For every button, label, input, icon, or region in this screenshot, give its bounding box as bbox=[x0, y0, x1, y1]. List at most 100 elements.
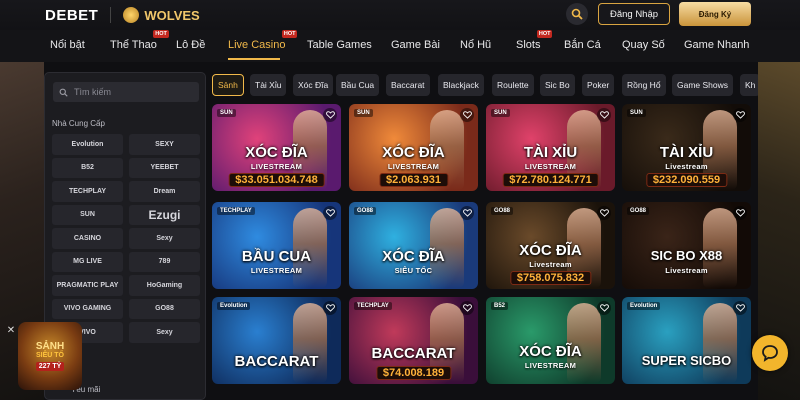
nav-item[interactable]: Game Nhanh bbox=[684, 39, 749, 51]
provider-tag: Evolution bbox=[217, 302, 251, 310]
favorite-heart-icon[interactable] bbox=[460, 301, 474, 315]
game-card[interactable]: SUN XÓC ĐĨA LIVESTREAM $2.063.931 bbox=[349, 104, 478, 191]
main-nav: Nổi bật Thể Thao HOT Lô Đề Live Casino HOT Tab… bbox=[0, 30, 800, 62]
nav-item[interactable]: Bắn Cá bbox=[564, 39, 601, 51]
filter-chip[interactable]: Kh bbox=[740, 74, 758, 96]
favorite-heart-icon[interactable] bbox=[323, 301, 337, 315]
provider-search[interactable] bbox=[53, 82, 199, 102]
nav-item[interactable]: Quay Số bbox=[622, 39, 665, 51]
game-title: XÓC ĐĨA bbox=[519, 242, 582, 259]
nav-item-label: Nổi bật bbox=[50, 39, 85, 51]
favorite-heart-icon[interactable] bbox=[323, 206, 337, 220]
provider-section-title: Nhà Cung Cấp bbox=[52, 119, 105, 128]
register-button[interactable]: Đăng Ký bbox=[679, 2, 751, 26]
filter-chip[interactable]: Bầu Cua bbox=[336, 74, 380, 96]
provider-logo[interactable]: HoGaming bbox=[129, 275, 200, 296]
game-card[interactable]: Evolution SUPER SICBO bbox=[622, 297, 751, 384]
hot-badge: HOT bbox=[281, 30, 298, 38]
provider-logo[interactable]: CASINO bbox=[52, 228, 123, 249]
provider-logo[interactable]: SUN bbox=[52, 204, 123, 225]
favorite-heart-icon[interactable] bbox=[733, 301, 747, 315]
game-card[interactable]: SUN TÀI XỈU LIVESTREAM $72.780.124.771 bbox=[486, 104, 615, 191]
live-chat-button[interactable] bbox=[752, 335, 788, 371]
nav-item-label: Slots bbox=[516, 39, 541, 51]
game-title: XÓC ĐĨA bbox=[245, 144, 308, 161]
filter-chip[interactable]: Blackjack bbox=[438, 74, 484, 96]
provider-logo[interactable]: Sexy bbox=[129, 322, 200, 343]
nav-item[interactable]: Slots HOT bbox=[516, 30, 553, 51]
search-button[interactable] bbox=[566, 3, 588, 25]
promo-badge[interactable]: SẢNH SIÊU TỐ 227 TỶ bbox=[18, 322, 82, 390]
nav-item[interactable]: Thể Thao HOT bbox=[110, 30, 169, 51]
game-title: BACCARAT bbox=[234, 353, 319, 370]
search-icon bbox=[571, 8, 583, 20]
game-title: XÓC ĐĨA bbox=[382, 144, 445, 161]
game-card[interactable]: GO88 XÓC ĐĨA SIÊU TỐC bbox=[349, 202, 478, 289]
game-subtitle: Livestream bbox=[529, 260, 572, 269]
favorite-heart-icon[interactable] bbox=[323, 108, 337, 122]
nav-item-label: Live Casino bbox=[228, 39, 286, 51]
game-card[interactable]: TECHPLAY BẦU CUA LIVESTREAM bbox=[212, 202, 341, 289]
category-chips: Sảnh Tài Xỉu Xóc Đĩa Bầu Cua Baccarat Blackja… bbox=[212, 74, 758, 96]
provider-search-input[interactable] bbox=[74, 87, 194, 97]
provider-logo[interactable]: Evolution bbox=[52, 134, 123, 155]
favorite-heart-icon[interactable] bbox=[597, 108, 611, 122]
provider-logo[interactable]: SEXY bbox=[129, 134, 200, 155]
filter-chip[interactable]: Xóc Đĩa bbox=[293, 74, 334, 96]
hot-badge: HOT bbox=[536, 30, 553, 38]
filter-chip[interactable]: Sic Bo bbox=[540, 74, 575, 96]
favorite-heart-icon[interactable] bbox=[733, 206, 747, 220]
game-title: SIC BO X88 bbox=[650, 248, 723, 263]
filter-chip[interactable]: Roulette bbox=[492, 74, 534, 96]
provider-logo[interactable]: MG LIVE bbox=[52, 251, 123, 272]
game-card[interactable]: SUN XÓC ĐĨA LIVESTREAM $33.051.034.748 bbox=[212, 104, 341, 191]
filter-chip[interactable]: Tài Xỉu bbox=[250, 74, 287, 96]
provider-logo[interactable]: PRAGMATIC PLAY bbox=[52, 275, 123, 296]
nav-item[interactable]: Table Games bbox=[307, 39, 372, 51]
filter-chip[interactable]: Poker bbox=[582, 74, 615, 96]
login-button[interactable]: Đăng Nhập bbox=[598, 3, 670, 25]
filter-chip[interactable]: Sảnh bbox=[212, 74, 244, 96]
provider-logo[interactable]: YEEBET bbox=[129, 157, 200, 178]
filter-chip[interactable]: Game Shows bbox=[672, 74, 734, 96]
game-card[interactable]: SUN TÀI XỈU Livestream $232.090.559 bbox=[622, 104, 751, 191]
game-card[interactable]: TECHPLAY BACCARAT $74.008.189 bbox=[349, 297, 478, 384]
nav-item-label: Bắn Cá bbox=[564, 39, 601, 51]
provider-logo[interactable]: Sexy bbox=[129, 228, 200, 249]
provider-logo[interactable]: Dream bbox=[129, 181, 200, 202]
provider-logo[interactable]: TECHPLAY bbox=[52, 181, 123, 202]
jackpot-amount: $72.780.124.771 bbox=[502, 173, 599, 187]
nav-item[interactable]: Game Bài bbox=[391, 39, 440, 51]
logo-divider bbox=[110, 7, 112, 23]
favorite-heart-icon[interactable] bbox=[460, 206, 474, 220]
provider-logo[interactable]: GO88 bbox=[129, 298, 200, 319]
filter-chip[interactable]: Baccarat bbox=[386, 74, 430, 96]
jackpot-amount: $232.090.559 bbox=[645, 173, 728, 187]
provider-logo[interactable]: Ezugi bbox=[129, 204, 200, 225]
game-card[interactable]: Evolution BACCARAT bbox=[212, 297, 341, 384]
nav-item[interactable]: Nổi bật bbox=[50, 39, 85, 51]
game-card[interactable]: B52 XÓC ĐĨA LIVESTREAM bbox=[486, 297, 615, 384]
game-card[interactable]: GO88 SIC BO X88 Livestream bbox=[622, 202, 751, 289]
provider-logo[interactable]: B52 bbox=[52, 157, 123, 178]
provider-logo[interactable]: VIVO GAMING bbox=[52, 298, 123, 319]
favorite-heart-icon[interactable] bbox=[597, 206, 611, 220]
game-title: XÓC ĐĨA bbox=[519, 343, 582, 360]
nav-item[interactable]: Nổ Hũ bbox=[460, 39, 491, 51]
provider-logo[interactable]: 789 bbox=[129, 251, 200, 272]
favorite-heart-icon[interactable] bbox=[597, 301, 611, 315]
provider-tag: TECHPLAY bbox=[354, 302, 392, 310]
nav-item-label: Lô Đề bbox=[176, 39, 206, 51]
promo-close-icon[interactable]: ✕ bbox=[6, 326, 16, 336]
game-card[interactable]: GO88 XÓC ĐĨA Livestream $758.075.832 bbox=[486, 202, 615, 289]
debet-logo[interactable]: DEBET bbox=[45, 7, 98, 24]
favorite-heart-icon[interactable] bbox=[460, 108, 474, 122]
nav-item[interactable]: Live Casino HOT bbox=[228, 30, 298, 51]
nav-item[interactable]: Lô Đề bbox=[176, 39, 205, 51]
favorite-heart-icon[interactable] bbox=[733, 108, 747, 122]
game-subtitle: Livestream bbox=[665, 162, 708, 171]
jackpot-amount: $2.063.931 bbox=[378, 173, 449, 187]
filter-chip[interactable]: Rồng Hổ bbox=[622, 74, 666, 96]
provider-tag: SUN bbox=[354, 109, 373, 117]
game-subtitle: LIVESTREAM bbox=[524, 162, 577, 171]
